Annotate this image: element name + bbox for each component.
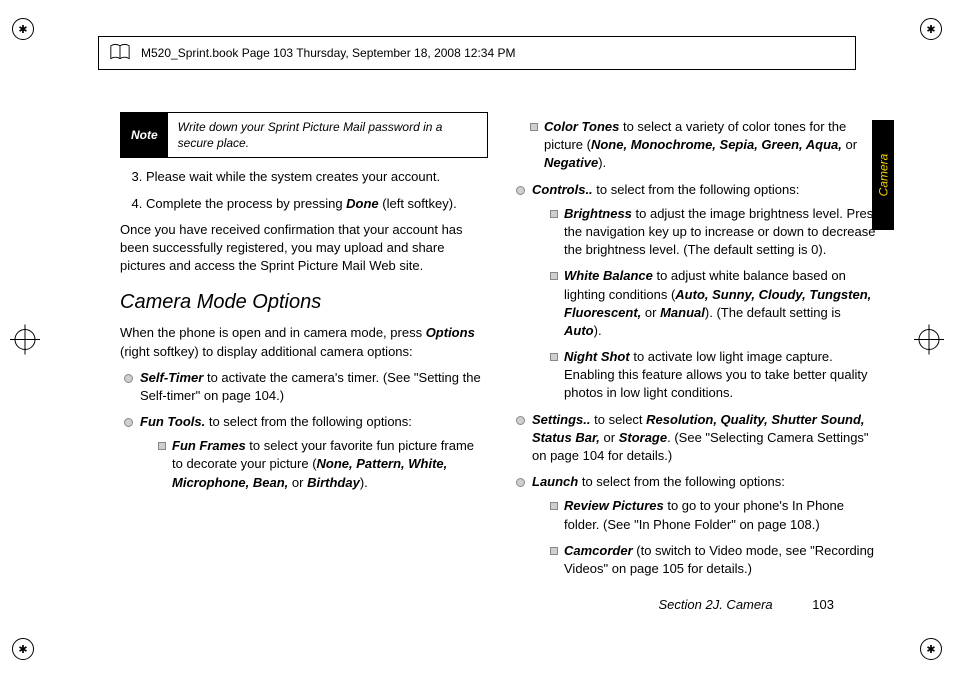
crop-mark-bl: ✱ xyxy=(12,638,34,660)
crop-mark-tr: ✱ xyxy=(920,18,942,40)
wb-last: Manual xyxy=(660,305,705,320)
nightshot-label: Night Shot xyxy=(564,349,630,364)
sub-colortones: Color Tones to select a variety of color… xyxy=(530,118,880,173)
wb-c: ). (The default setting is xyxy=(705,305,841,320)
left-column: Note Write down your Sprint Picture Mail… xyxy=(120,112,488,612)
selftimer-label: Self-Timer xyxy=(140,370,203,385)
controls-label: Controls.. xyxy=(532,182,593,197)
crop-mark-tl: ✱ xyxy=(12,18,34,40)
settings-last: Storage xyxy=(619,430,667,445)
sub-whitebalance: White Balance to adjust white balance ba… xyxy=(550,267,880,340)
page-footer: Section 2J. Camera 103 xyxy=(659,597,835,612)
bullet-funtools: Fun Tools. to select from the following … xyxy=(124,413,488,492)
funframes-or: or xyxy=(292,475,307,490)
brightness-label: Brightness xyxy=(564,206,632,221)
colortones-sub: Color Tones to select a variety of color… xyxy=(530,118,880,173)
crop-mark-br: ✱ xyxy=(920,638,942,660)
funtools-label: Fun Tools. xyxy=(140,414,205,429)
section-heading: Camera Mode Options xyxy=(120,291,488,314)
step-4-a: Complete the process by pressing xyxy=(146,196,346,211)
wb-or: or xyxy=(645,305,660,320)
launch-text: to select from the following options: xyxy=(578,474,785,489)
bullet-settings: Settings.. to select Resolution, Quality… xyxy=(516,411,880,466)
options-intro-a: When the phone is open and in camera mod… xyxy=(120,325,426,340)
wb-label: White Balance xyxy=(564,268,653,283)
sub-reviewpictures: Review Pictures to go to your phone's In… xyxy=(550,497,880,533)
funframes-end: ). xyxy=(360,475,368,490)
colortones-end: ). xyxy=(598,155,606,170)
step-4-c: (left softkey). xyxy=(379,196,457,211)
footer-page-number: 103 xyxy=(812,597,834,612)
step-3-text: Please wait while the system creates you… xyxy=(146,169,440,184)
launch-label: Launch xyxy=(532,474,578,489)
print-header: M520_Sprint.book Page 103 Thursday, Sept… xyxy=(98,36,856,70)
camcorder-label: Camcorder xyxy=(564,543,633,558)
done-softkey-label: Done xyxy=(346,196,379,211)
sub-brightness: Brightness to adjust the image brightnes… xyxy=(550,205,880,260)
settings-label: Settings.. xyxy=(532,412,591,427)
funframes-last: Birthday xyxy=(307,475,360,490)
controls-text: to select from the following options: xyxy=(593,182,800,197)
bullet-selftimer: Self-Timer to activate the camera's time… xyxy=(124,369,488,405)
step-3: Please wait while the system creates you… xyxy=(146,168,488,186)
wb-auto: Auto xyxy=(564,323,594,338)
confirmation-paragraph: Once you have received confirmation that… xyxy=(120,221,488,276)
colortones-or: or xyxy=(845,137,857,152)
options-softkey-label: Options xyxy=(426,325,475,340)
wb-end: ). xyxy=(594,323,602,338)
funtools-text: to select from the following options: xyxy=(205,414,412,429)
note-text: Write down your Sprint Picture Mail pass… xyxy=(168,113,487,157)
options-intro: When the phone is open and in camera mod… xyxy=(120,324,488,360)
footer-section: Section 2J. Camera xyxy=(659,597,773,612)
steps-list: Please wait while the system creates you… xyxy=(146,168,488,212)
print-header-text: M520_Sprint.book Page 103 Thursday, Sept… xyxy=(141,46,515,60)
right-bullets: Controls.. to select from the following … xyxy=(516,181,880,579)
crop-target-right xyxy=(914,325,944,358)
bullet-launch: Launch to select from the following opti… xyxy=(516,473,880,578)
settings-or: or xyxy=(604,430,619,445)
funframes-label: Fun Frames xyxy=(172,438,246,453)
note-label: Note xyxy=(121,113,168,157)
colortones-opts: None, Monochrome, Sepia, Green, Aqua, xyxy=(591,137,846,152)
sub-nightshot: Night Shot to activate low light image c… xyxy=(550,348,880,403)
crop-target-left xyxy=(10,325,40,358)
step-4: Complete the process by pressing Done (l… xyxy=(146,195,488,213)
launch-subs: Review Pictures to go to your phone's In… xyxy=(550,497,880,578)
sub-camcorder: Camcorder (to switch to Video mode, see … xyxy=(550,542,880,578)
review-label: Review Pictures xyxy=(564,498,664,513)
settings-text: to select xyxy=(591,412,647,427)
colortones-label: Color Tones xyxy=(544,119,619,134)
sub-funframes: Fun Frames to select your favorite fun p… xyxy=(158,437,488,492)
controls-subs: Brightness to adjust the image brightnes… xyxy=(550,205,880,403)
bullet-controls: Controls.. to select from the following … xyxy=(516,181,880,403)
funtools-subs: Fun Frames to select your favorite fun p… xyxy=(158,437,488,492)
book-icon xyxy=(109,43,131,63)
options-intro-c: (right softkey) to display additional ca… xyxy=(120,344,413,359)
left-bullets: Self-Timer to activate the camera's time… xyxy=(124,369,488,492)
right-column: Color Tones to select a variety of color… xyxy=(512,112,880,612)
colortones-last: Negative xyxy=(544,155,598,170)
note-box: Note Write down your Sprint Picture Mail… xyxy=(120,112,488,158)
page-content: Note Write down your Sprint Picture Mail… xyxy=(120,112,880,612)
